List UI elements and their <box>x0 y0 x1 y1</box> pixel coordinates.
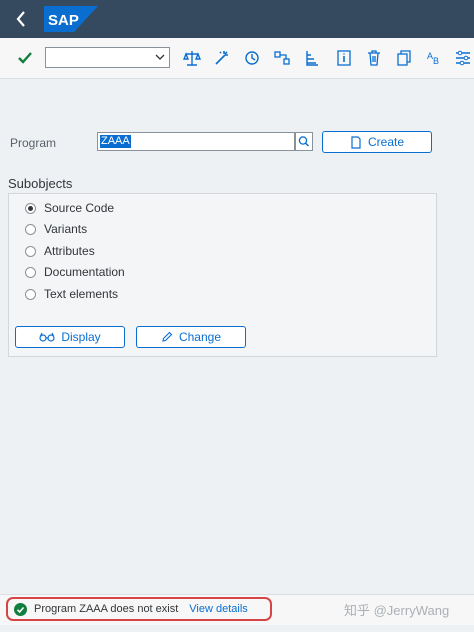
chevron-down-icon[interactable] <box>154 51 166 63</box>
radio-attributes[interactable]: Attributes <box>25 242 95 260</box>
change-button[interactable]: Change <box>136 326 246 348</box>
radio-button[interactable] <box>25 223 36 235</box>
settings-icon <box>456 50 470 66</box>
shell-bar: SAP <box>0 0 474 38</box>
check-syntax-button[interactable] <box>181 47 203 69</box>
view-details-link[interactable]: View details <box>189 603 248 615</box>
success-check-icon <box>14 602 27 616</box>
text-ab-icon: AB <box>427 51 439 66</box>
search-icon <box>298 136 310 147</box>
enter-button[interactable] <box>14 47 36 69</box>
chevron-left-icon <box>16 11 25 27</box>
sap-logo: SAP <box>44 6 98 32</box>
activate-button[interactable] <box>211 47 233 69</box>
glasses-icon <box>39 332 55 342</box>
display-button[interactable]: Display <box>15 326 125 348</box>
checkmark-icon <box>18 52 32 64</box>
application-toolbar: AB <box>0 38 474 79</box>
value-help-button[interactable] <box>295 132 313 151</box>
radio-label: Attributes <box>44 244 95 258</box>
status-text: Program ZAAA does not exist <box>34 603 179 615</box>
magic-wand-icon <box>215 51 228 65</box>
pencil-icon <box>162 331 173 342</box>
svg-text:B: B <box>433 56 439 66</box>
radio-button[interactable] <box>25 245 36 257</box>
program-input[interactable]: ZAAA <box>97 132 295 151</box>
program-label: Program <box>10 136 57 150</box>
back-button[interactable] <box>10 8 34 30</box>
settings-button[interactable] <box>452 47 474 69</box>
delete-button[interactable] <box>363 47 385 69</box>
radio-documentation[interactable]: Documentation <box>25 263 125 281</box>
radio-source-code[interactable]: Source Code <box>25 199 114 217</box>
display-button-label: Display <box>61 330 101 344</box>
hierarchy-icon <box>306 51 318 66</box>
document-icon <box>351 135 361 149</box>
trash-icon <box>368 50 380 66</box>
text-elements-button[interactable]: AB <box>423 47 445 69</box>
radio-label: Variants <box>44 222 88 236</box>
hierarchy-button[interactable] <box>301 47 323 69</box>
copy-icon <box>397 50 411 66</box>
radio-label: Documentation <box>44 265 125 279</box>
radio-variants[interactable]: Variants <box>25 220 87 238</box>
where-used-icon <box>274 51 290 65</box>
history-button[interactable] <box>241 47 263 69</box>
radio-button[interactable] <box>25 288 36 300</box>
radio-button[interactable] <box>25 266 36 278</box>
radio-button-selected[interactable] <box>25 202 36 214</box>
change-button-label: Change <box>178 330 222 344</box>
command-field[interactable] <box>45 47 170 68</box>
where-used-button[interactable] <box>271 47 293 69</box>
radio-text-elements[interactable]: Text elements <box>25 285 118 303</box>
subobjects-group: Source Code Variants Attributes Document… <box>8 193 437 357</box>
copy-button[interactable] <box>393 47 415 69</box>
program-input-value: ZAAA <box>100 135 131 148</box>
radio-label: Source Code <box>44 201 115 215</box>
subobjects-title: Subobjects <box>8 176 73 191</box>
history-icon <box>245 51 259 65</box>
radio-label: Text elements <box>44 287 119 301</box>
create-button[interactable]: Create <box>322 131 432 153</box>
svg-text:SAP: SAP <box>48 12 79 29</box>
balance-icon <box>182 51 202 66</box>
status-message: Program ZAAA does not exist View details <box>6 597 272 621</box>
watermark: 知乎 @JerryWang <box>344 603 450 618</box>
info-button[interactable] <box>333 47 355 69</box>
info-icon <box>337 50 351 66</box>
create-button-label: Create <box>367 135 405 149</box>
